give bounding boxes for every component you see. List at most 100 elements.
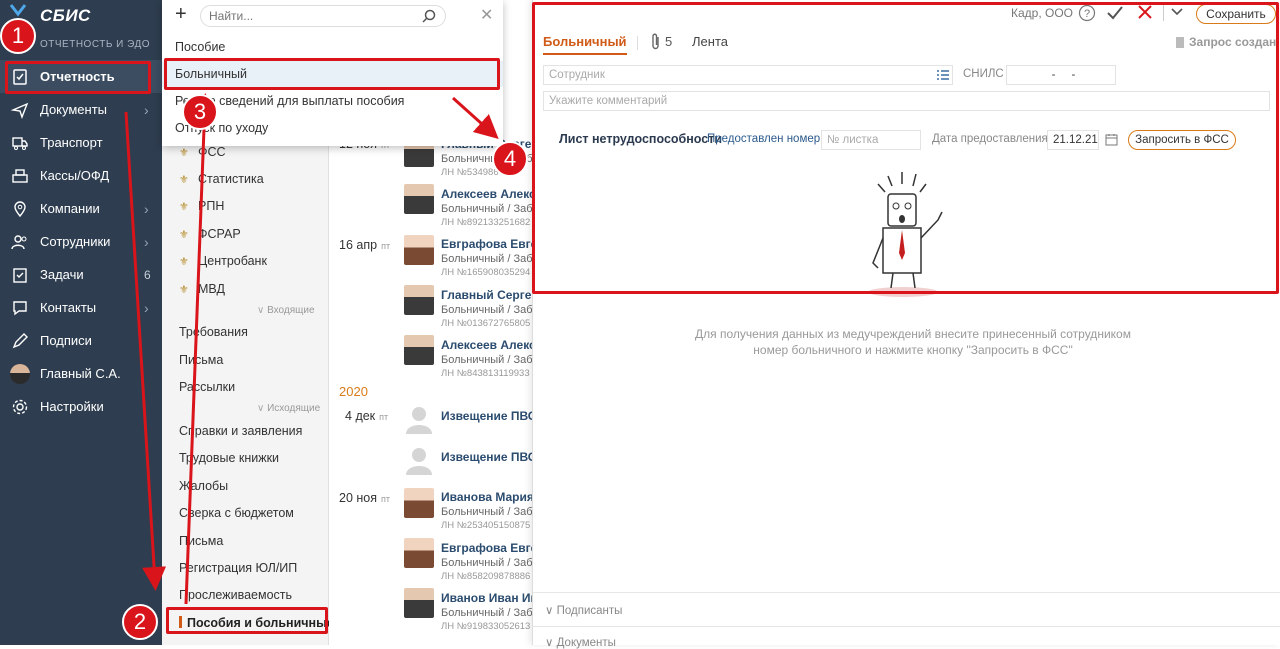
submenu-item-cb[interactable]: ⚜ Центробанк <box>179 254 267 268</box>
list-item-type: Больничный / Заб <box>441 304 532 316</box>
signers-section[interactable]: ∨ Подписанты <box>545 603 622 617</box>
submenu-item-workbooks[interactable]: Трудовые книжки <box>179 451 279 465</box>
comment-field[interactable]: Укажите комментарий <box>543 91 1270 111</box>
list-item-name[interactable]: Главный Сергей <box>441 288 532 302</box>
submenu-item-mvd[interactable]: ⚜ МВД <box>179 282 225 296</box>
snils-input[interactable]: - - <box>1006 65 1116 85</box>
submenu-item-rpn[interactable]: ⚜ РПН <box>179 199 224 213</box>
save-button[interactable]: Сохранить <box>1196 4 1276 24</box>
nav-item-reports[interactable]: Отчетность <box>0 60 162 93</box>
dropdown-item-benefit[interactable]: Пособие <box>175 40 225 54</box>
submenu-item-tracking[interactable]: Прослеживаемость <box>179 588 292 602</box>
sick-sheet-title: Лист нетрудоспособности <box>559 132 723 146</box>
nav-item-employees[interactable]: Сотрудники › <box>0 225 162 258</box>
documents-section[interactable]: ∨ Документы <box>545 635 616 649</box>
nav-item-cashbox[interactable]: Кассы/ОФД <box>0 159 162 192</box>
emblem-icon: ⚜ <box>179 201 189 213</box>
divider <box>533 592 1280 593</box>
submenu-item-fsrar[interactable]: ⚜ ФСРАР <box>179 227 241 241</box>
nav-label: Контакты <box>40 300 97 315</box>
nav-item-signatures[interactable]: Подписи <box>0 324 162 357</box>
report-icon <box>0 68 40 86</box>
submenu-item-letters-out[interactable]: Письма <box>179 534 223 548</box>
submenu-item-registration[interactable]: Регистрация ЮЛ/ИП <box>179 561 297 575</box>
outgoing-section-label[interactable]: Исходящие <box>257 403 320 414</box>
nav-item-documents[interactable]: Документы › <box>0 93 162 126</box>
sheet-number-input[interactable]: № листка <box>821 130 921 150</box>
nav-item-transport[interactable]: Транспорт <box>0 126 162 159</box>
list-item-type: Больничный / Заб <box>441 557 532 569</box>
avatar <box>404 285 434 315</box>
submenu-item-budget[interactable]: Сверка с бюджетом <box>179 506 294 520</box>
close-icon[interactable]: ✕ <box>480 5 493 25</box>
cartoon-man-illustration <box>868 172 943 297</box>
search-icon[interactable] <box>421 8 437 24</box>
list-item-name[interactable]: Евграфова Евген <box>441 541 532 555</box>
emblem-icon: ⚜ <box>179 174 189 186</box>
list-item-name[interactable]: Евграфова Евген <box>441 237 532 251</box>
nav-item-profile[interactable]: Главный С.А. <box>0 357 162 390</box>
brand-subtitle: ОТЧЕТНОСТЬ И ЭДО <box>40 39 151 50</box>
chevron-down-icon: ∨ <box>545 637 554 649</box>
year-separator: 2020 <box>339 384 368 399</box>
submenu-item-requirements[interactable]: Требования <box>179 325 248 339</box>
submenu-item-mailings[interactable]: Рассылки <box>179 380 235 394</box>
help-icon[interactable]: ? <box>1078 4 1096 22</box>
employee-field[interactable]: Сотрудник <box>543 65 953 85</box>
date-label: Дата предоставления <box>932 133 1048 145</box>
paperclip-icon[interactable] <box>650 33 662 51</box>
list-item-type: Больничный / Заб <box>441 607 532 619</box>
submenu-item-fss[interactable]: ⚜ ФСС <box>179 145 226 159</box>
submenu-item-stat[interactable]: ⚜ Статистика <box>179 172 264 186</box>
search-box[interactable] <box>200 5 446 27</box>
calendar-icon[interactable] <box>1105 133 1118 146</box>
request-fss-button[interactable]: Запросить в ФСС <box>1128 130 1236 150</box>
list-item-name[interactable]: Алексеев Алексе <box>441 338 532 352</box>
delete-icon[interactable] <box>1137 4 1153 20</box>
emblem-icon: ⚜ <box>179 147 189 159</box>
step-badge-1: 1 <box>0 18 36 54</box>
nav-item-tasks[interactable]: Задачи 6 <box>0 258 162 291</box>
search-input[interactable] <box>209 6 409 26</box>
nav-label: Компании <box>40 201 100 216</box>
attachments-count[interactable]: 5 <box>665 34 672 49</box>
nav-label: Подписи <box>40 333 92 348</box>
organization-name[interactable]: Кадр, ООО <box>1011 6 1073 20</box>
list-picker-icon[interactable] <box>936 69 950 81</box>
list-item-name[interactable]: Извещение ПВС <box>441 409 532 423</box>
chevron-down-icon[interactable] <box>1170 7 1184 17</box>
list-item-name[interactable]: Алексеев Алексе <box>441 187 532 201</box>
submenu-item-complaints[interactable]: Жалобы <box>179 479 228 493</box>
cash-register-icon <box>0 167 40 185</box>
person-placeholder-icon <box>406 448 432 475</box>
submenu-item-letters-in[interactable]: Письма <box>179 353 223 367</box>
checkmark-icon[interactable] <box>1106 5 1124 21</box>
plus-icon[interactable]: + <box>175 3 187 26</box>
date-input[interactable]: 21.12.21 <box>1047 130 1099 150</box>
status-label: Запрос создан <box>1189 35 1277 49</box>
incoming-section-label[interactable]: Входящие <box>257 305 314 316</box>
list-item-ln: ЛН №253405150875 <box>441 520 531 531</box>
list-item-name[interactable]: Иванов Иван Ив <box>441 591 532 605</box>
avatar <box>10 363 30 384</box>
dropdown-item-sick-leave[interactable]: Больничный <box>162 61 503 87</box>
list-item-ln: ЛН №165908035294 <box>441 267 531 278</box>
toolbar-divider <box>1163 5 1164 21</box>
provided-number-link[interactable]: Предоставлен номер <box>707 133 820 145</box>
list-item-name[interactable]: Извещение ПВС <box>441 450 532 464</box>
list-item-name[interactable]: Иванова Мария <box>441 490 532 504</box>
tab-divider <box>637 36 638 50</box>
nav-item-contacts[interactable]: Контакты › <box>0 291 162 324</box>
list-date: 4 дек пт <box>345 409 389 423</box>
tab-feed[interactable]: Лента <box>692 34 728 49</box>
tab-sick-leave[interactable]: Больничный <box>543 34 627 55</box>
submenu-item-benefits[interactable]: Пособия и больничные <box>179 616 334 630</box>
tasks-icon <box>0 266 40 284</box>
list-item-ln: ЛН №843813119933 <box>441 368 530 379</box>
nav-label: Документы <box>40 102 108 117</box>
avatar <box>404 538 434 568</box>
submenu-item-certificates[interactable]: Справки и заявления <box>179 424 302 438</box>
nav-item-companies[interactable]: Компании › <box>0 192 162 225</box>
nav-item-settings[interactable]: Настройки <box>0 390 162 423</box>
pen-icon <box>0 332 40 350</box>
